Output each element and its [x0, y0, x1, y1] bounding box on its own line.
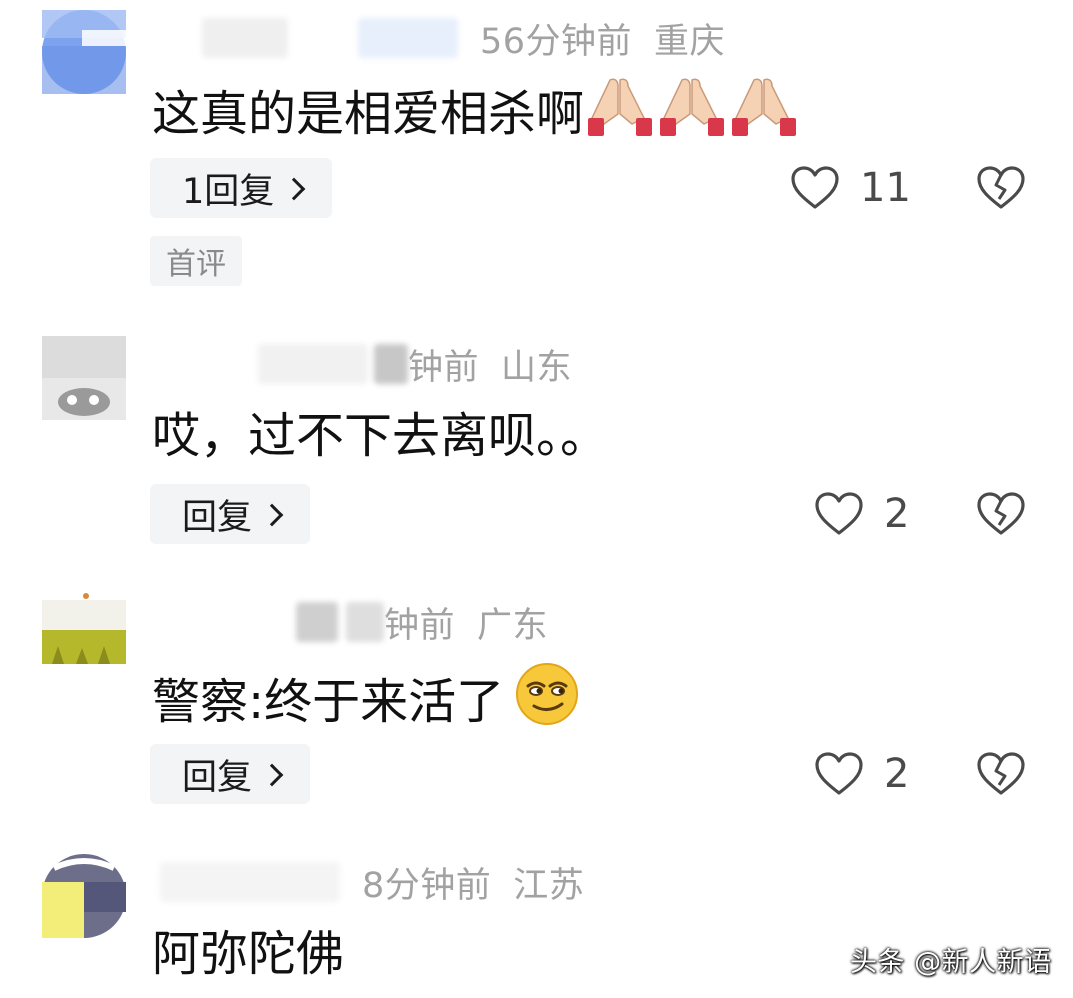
comment-location: 江苏	[513, 865, 585, 906]
comment-text: 这真的是相爱相杀啊	[152, 74, 800, 154]
dislike-button[interactable]	[976, 484, 1026, 544]
comment-location: 重庆	[654, 21, 726, 62]
comment-text: 阿弥陀佛	[152, 922, 344, 986]
avatar[interactable]	[42, 10, 126, 94]
comment-text: 警察:终于来活了	[152, 662, 582, 742]
comment-meta: 钟前 山东	[150, 340, 572, 388]
praying-hands-icon	[728, 74, 800, 154]
watermark: 头条 @新人新语	[850, 947, 1052, 978]
comment-time: 钟前	[384, 605, 456, 646]
username-redacted	[202, 18, 288, 58]
username-redacted	[346, 602, 384, 642]
reply-label: 回复	[182, 497, 253, 538]
reply-button[interactable]: 回复	[150, 744, 311, 804]
username-redacted	[374, 344, 408, 384]
dislike-button[interactable]	[976, 158, 1026, 218]
broken-heart-icon	[977, 752, 1025, 795]
like-button[interactable]: 2	[814, 484, 909, 544]
like-button[interactable]: 11	[790, 158, 911, 218]
comment-location: 山东	[501, 347, 573, 388]
like-count: 2	[884, 491, 910, 537]
avatar[interactable]	[42, 590, 126, 674]
praying-hands-icon	[656, 74, 728, 154]
comment-time: 钟前	[408, 347, 480, 388]
reply-label: 1回复	[182, 171, 275, 212]
comment-body: 这真的是相爱相杀啊	[152, 86, 585, 142]
username-redacted	[358, 18, 458, 58]
username-redacted	[258, 344, 368, 384]
like-count: 11	[860, 165, 911, 211]
first-comment-tag: 首评	[150, 236, 242, 286]
like-count: 2	[884, 751, 910, 797]
avatar-image	[42, 10, 126, 94]
like-button[interactable]: 2	[814, 744, 909, 804]
comment-text: 哎，过不下去离呗。。	[152, 404, 608, 468]
avatar-image	[42, 590, 126, 674]
comment-meta: 钟前 广东	[150, 598, 548, 646]
comment-body: 阿弥陀佛	[152, 926, 345, 982]
avatar-image	[42, 854, 126, 938]
chevron-right-icon	[282, 177, 306, 200]
reply-button[interactable]: 回复	[150, 484, 311, 544]
heart-icon	[815, 752, 863, 795]
avatar-image	[42, 336, 126, 420]
tag-label: 首评	[166, 247, 226, 282]
avatar[interactable]	[42, 336, 126, 420]
smirk-face-icon	[512, 662, 582, 742]
chevron-right-icon	[260, 763, 284, 786]
reply-label: 回复	[182, 757, 253, 798]
comment-location: 广东	[477, 605, 549, 646]
dislike-button[interactable]	[976, 744, 1026, 804]
chevron-right-icon	[260, 503, 284, 526]
broken-heart-icon	[977, 166, 1025, 209]
comment-meta: 8分钟前 江苏	[150, 858, 584, 906]
username-redacted	[296, 602, 338, 642]
avatar[interactable]	[42, 854, 126, 938]
praying-hands-icon	[584, 74, 656, 154]
heart-icon	[791, 166, 839, 209]
reply-button[interactable]: 1回复	[150, 158, 333, 218]
comment-body: 警察:终于来活了	[152, 674, 505, 730]
heart-icon	[815, 492, 863, 535]
broken-heart-icon	[977, 492, 1025, 535]
comment-time: 56分钟前	[480, 21, 633, 62]
comment-time: 8分钟前	[362, 865, 492, 906]
comment-meta: 56分钟前 重庆	[150, 14, 725, 62]
comment-body: 哎，过不下去离呗。。	[152, 408, 609, 464]
username-redacted	[160, 862, 340, 902]
